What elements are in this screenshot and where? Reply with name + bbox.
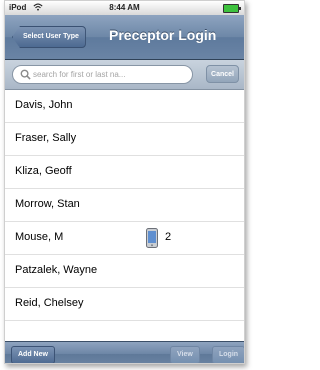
battery-icon <box>223 4 241 13</box>
list-item-name: Mouse, M <box>15 231 64 243</box>
list-item[interactable]: Patzalek, Wayne <box>5 255 244 288</box>
list-item[interactable]: Kliza, Geoff <box>5 156 244 189</box>
login-button[interactable]: Login <box>212 346 244 363</box>
view-button[interactable]: View <box>170 346 200 363</box>
search-bar: Cancel <box>5 60 244 90</box>
cancel-button[interactable]: Cancel <box>206 65 239 83</box>
status-bar: iPod 8:44 AM <box>5 1 244 15</box>
list-item-name: Davis, John <box>15 99 73 111</box>
list-item[interactable]: Morrow, Stan <box>5 189 244 222</box>
search-field[interactable] <box>12 65 193 84</box>
preceptor-list: Davis, John Fraser, Sally Kliza, Geoff M… <box>5 90 244 321</box>
navigation-bar: Select User Type Preceptor Login <box>5 15 244 60</box>
list-item-name: Kliza, Geoff <box>15 165 72 177</box>
list-item[interactable]: Davis, John <box>5 90 244 123</box>
list-item[interactable]: Reid, Chelsey <box>5 288 244 321</box>
clock-time: 8:44 AM <box>109 3 140 12</box>
search-input[interactable] <box>33 67 183 82</box>
list-item-name: Fraser, Sally <box>15 132 77 144</box>
list-item-name: Patzalek, Wayne <box>15 264 98 276</box>
app-screen: iPod 8:44 AM Select User Type Preceptor … <box>4 0 245 364</box>
search-icon <box>20 69 31 80</box>
bottom-toolbar: Add New View Login <box>5 341 244 363</box>
list-item[interactable]: Fraser, Sally <box>5 123 244 156</box>
back-button[interactable]: Select User Type <box>12 26 86 48</box>
add-new-button[interactable]: Add New <box>11 346 55 363</box>
list-item-name: Morrow, Stan <box>15 198 80 210</box>
list-item-name: Reid, Chelsey <box>15 297 84 309</box>
list-item[interactable]: Mouse, M 2 <box>5 222 244 255</box>
ipod-device-icon <box>146 228 158 248</box>
page-title: Preceptor Login <box>109 27 217 43</box>
device-count: 2 <box>165 231 172 243</box>
